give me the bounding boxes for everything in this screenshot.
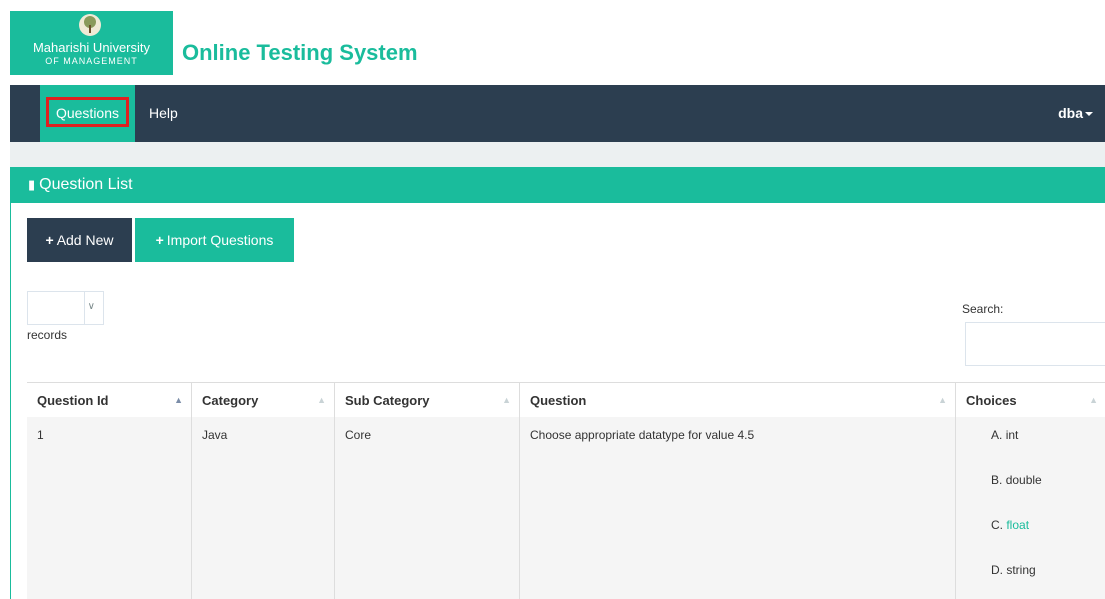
records-length-select[interactable]: ∨ xyxy=(27,291,104,325)
add-new-button[interactable]: + Add New xyxy=(27,218,132,262)
column-header-label: Sub Category xyxy=(345,393,430,408)
page-header: Maharishi University OF MANAGEMENT Onlin… xyxy=(0,0,1105,85)
column-header-question[interactable]: Question ▲︎ xyxy=(519,383,955,418)
logo-line1: Maharishi University xyxy=(32,40,151,55)
question-list-panel: ▮ Question List + Add New + Import Question… xyxy=(10,167,1105,599)
records-label: records xyxy=(27,328,68,342)
column-header-label: Choices xyxy=(966,393,1017,408)
choice-text-correct: float xyxy=(1006,518,1030,532)
panel-title: Question List xyxy=(39,176,133,193)
nav-item-questions[interactable]: Questions xyxy=(40,85,135,142)
logo-line2: OF MANAGEMENT xyxy=(45,56,138,66)
cell-choices: A. int B. double C. float D. string xyxy=(955,417,1105,599)
university-logo[interactable]: Maharishi University OF MANAGEMENT xyxy=(10,11,173,75)
main-navbar: Questions Help dba xyxy=(10,85,1105,142)
choice-text: string xyxy=(1006,563,1036,577)
choice-text: double xyxy=(1005,473,1042,487)
user-menu[interactable]: dba xyxy=(1058,85,1093,142)
column-header-sub-category[interactable]: Sub Category ▲︎ xyxy=(334,383,519,418)
column-header-question-id[interactable]: Question Id ▲ xyxy=(27,383,191,418)
choice-prefix: B. xyxy=(991,473,1003,487)
choice-item: D. string xyxy=(991,563,1036,577)
sort-icon: ▲︎ xyxy=(502,395,511,405)
plus-icon: + xyxy=(155,232,164,248)
column-header-choices[interactable]: Choices ▲︎ xyxy=(955,383,1105,418)
table-row[interactable]: 1 Java Core Choose appropriate datatype … xyxy=(27,417,1105,599)
choice-prefix: A. xyxy=(991,428,1003,442)
choice-text: int xyxy=(1005,428,1019,442)
search-label: Search: xyxy=(962,302,1004,316)
table-header: Question Id ▲ Category ▲︎ Sub Category ▲… xyxy=(27,382,1105,419)
column-header-category[interactable]: Category ▲︎ xyxy=(191,383,334,418)
user-menu-label: dba xyxy=(1058,105,1083,121)
cell-sub-category: Core xyxy=(334,417,519,599)
cell-category: Java xyxy=(191,417,334,599)
cell-question-id: 1 xyxy=(37,428,44,442)
column-header-label: Question Id xyxy=(37,393,109,408)
import-questions-label: Import Questions xyxy=(166,232,274,248)
cell-question: Choose appropriate datatype for value 4.… xyxy=(519,417,955,599)
column-header-label: Question xyxy=(530,393,587,408)
choice-item: C. float xyxy=(991,518,1029,532)
sort-icon: ▲︎ xyxy=(938,395,947,405)
import-questions-button[interactable]: + Import Questions xyxy=(135,218,294,262)
choice-prefix: C. xyxy=(991,518,1003,532)
sort-icon: ▲︎ xyxy=(1089,395,1098,405)
chevron-down-icon: ∨ xyxy=(87,301,95,312)
choice-item: A. int xyxy=(991,428,1018,442)
sort-icon: ▲︎ xyxy=(317,395,326,405)
app-title: Online Testing System xyxy=(182,40,418,65)
select-divider xyxy=(84,292,85,324)
nav-item-help-label: Help xyxy=(149,105,178,121)
panel-heading: ▮ Question List xyxy=(11,167,1105,203)
add-new-label: Add New xyxy=(56,232,114,248)
plus-icon: + xyxy=(45,232,54,248)
nav-item-questions-label: Questions xyxy=(55,105,120,121)
nav-item-help[interactable]: Help xyxy=(149,85,178,142)
sort-asc-icon: ▲ xyxy=(174,395,183,405)
choice-prefix: D. xyxy=(991,563,1003,577)
column-header-label: Category xyxy=(202,393,259,408)
choice-item: B. double xyxy=(991,473,1042,487)
tree-logo-icon xyxy=(79,14,101,36)
book-icon: ▮ xyxy=(28,177,36,192)
search-input[interactable] xyxy=(965,322,1105,366)
caret-down-icon xyxy=(1085,112,1093,117)
